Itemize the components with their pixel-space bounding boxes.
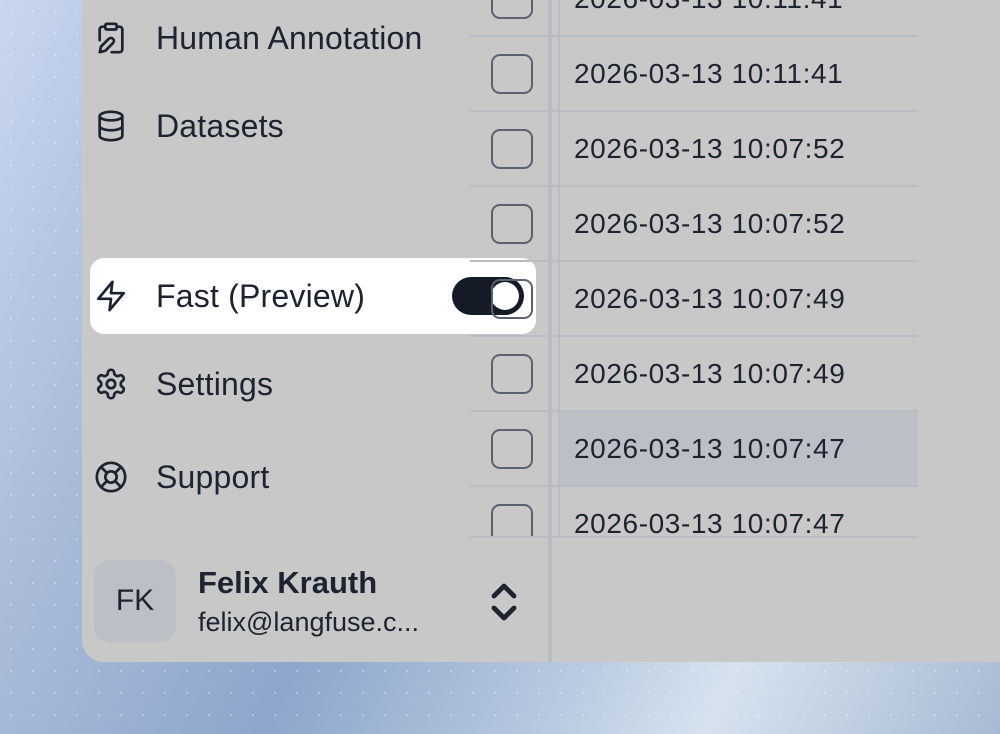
timestamp-cell: 2026-03-13 10:07:49	[574, 282, 846, 314]
timestamp-cell: 2026-03-13 10:07:47	[574, 507, 846, 539]
row-checkbox[interactable]	[491, 204, 533, 244]
sidebar-item-label: Datasets	[156, 107, 284, 144]
timestamp-cell: 2026-03-13 10:11:41	[560, 0, 918, 35]
user-info: Felix Krauth felix@langfuse.c...	[198, 565, 468, 638]
timestamp-cell: 2026-03-13 10:07:52	[574, 207, 846, 239]
table-row[interactable]: 2026-03-13 10:07:52	[470, 187, 918, 262]
row-checkbox[interactable]	[491, 0, 533, 19]
user-email: felix@langfuse.c...	[198, 606, 420, 637]
sidebar-item-label: Settings	[156, 365, 274, 402]
table-row[interactable]: 2026-03-13 10:11:41	[470, 37, 918, 112]
table-row[interactable]: 2026-03-13 10:07:47	[470, 412, 918, 487]
timestamp-cell: 2026-03-13 10:07:49	[574, 357, 846, 389]
row-checkbox[interactable]	[491, 54, 533, 94]
timestamp-cell: 2026-03-13 10:07:52	[574, 132, 846, 164]
chevrons-up-down-icon[interactable]	[490, 582, 518, 622]
sidebar-item-label: Human Annotation	[156, 19, 423, 56]
lifebuoy-icon	[94, 460, 128, 494]
lightning-icon	[94, 279, 128, 313]
sidebar-item-label: Support	[156, 458, 270, 495]
row-checkbox[interactable]	[491, 354, 533, 394]
sidebar-item-label: Fast (Preview)	[156, 277, 366, 314]
row-checkbox[interactable]	[491, 279, 533, 319]
table-row[interactable]: 2026-03-13 10:07:49	[470, 337, 918, 412]
clipboard-pen-icon	[94, 21, 128, 55]
avatar: FK	[94, 560, 176, 642]
row-checkbox[interactable]	[491, 129, 533, 169]
timestamp-cell: 2026-03-13 10:11:41	[574, 57, 844, 89]
table-row[interactable]: 2026-03-13 10:07:52	[470, 112, 918, 187]
timestamp-cell: 2026-03-13 10:07:47	[560, 412, 918, 485]
table-bottom-border	[470, 536, 918, 538]
user-menu[interactable]: FK Felix Krauth felix@langfuse.c...	[94, 560, 540, 642]
table-row[interactable]: 2026-03-13 10:07:49	[470, 262, 918, 337]
row-checkbox[interactable]	[491, 504, 533, 538]
table-row[interactable]: 2026-03-13 10:07:47	[470, 487, 918, 538]
table-row[interactable]: 2026-03-13 10:11:41	[470, 0, 918, 37]
traces-table: 2026-03-13 10:11:41 2026-03-13 10:11:41 …	[470, 0, 918, 538]
gear-icon	[94, 367, 128, 401]
row-checkbox[interactable]	[491, 429, 533, 469]
database-icon	[94, 109, 128, 143]
user-name: Felix Krauth	[198, 564, 378, 600]
